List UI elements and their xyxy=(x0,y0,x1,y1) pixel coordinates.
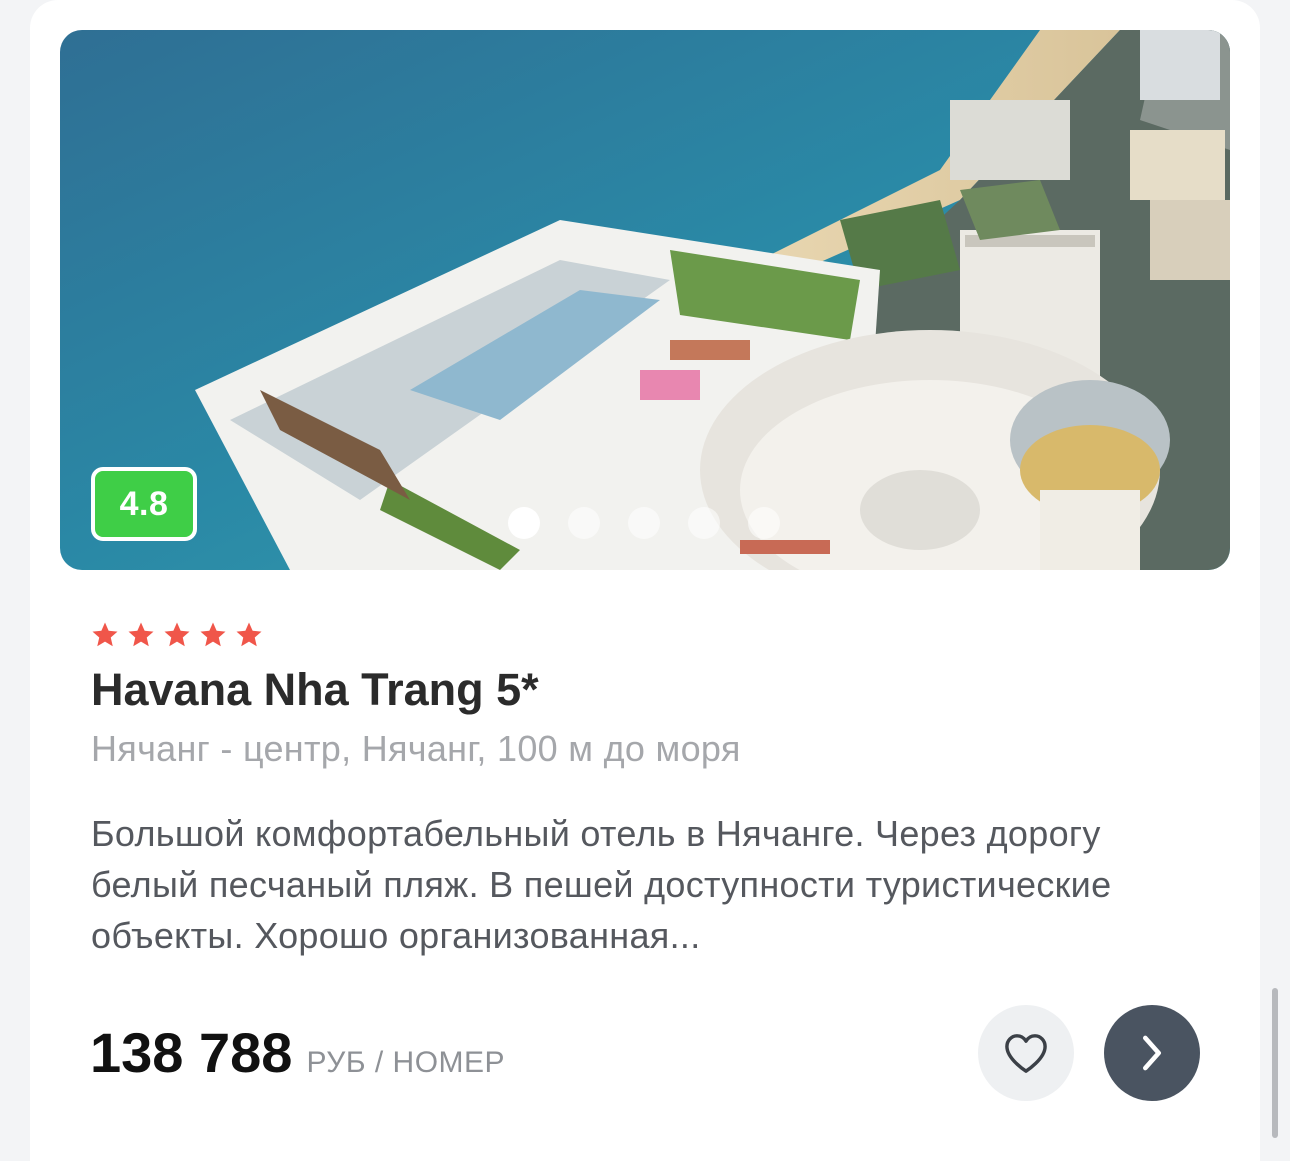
star-icon xyxy=(200,622,226,647)
heart-outline-icon xyxy=(1005,1034,1047,1073)
star-icon xyxy=(236,622,262,647)
carousel-dot[interactable] xyxy=(628,507,660,539)
hotel-stars xyxy=(90,620,264,650)
hotel-name[interactable]: Havana Nha Trang 5* xyxy=(91,664,539,716)
hotel-photo xyxy=(60,30,1230,570)
carousel-dot[interactable] xyxy=(688,507,720,539)
chevron-right-icon xyxy=(1143,1035,1161,1071)
carousel-dot[interactable] xyxy=(748,507,780,539)
carousel-dots xyxy=(508,507,780,539)
carousel-dot[interactable] xyxy=(568,507,600,539)
hotel-photo-carousel[interactable]: 4.8 xyxy=(60,30,1230,570)
hotel-location: Нячанг - центр, Нячанг, 100 м до моря xyxy=(91,728,741,769)
price-value: 138 788 xyxy=(90,1021,293,1084)
price-unit: РУБ / НОМЕР xyxy=(306,1046,506,1079)
price-block: 138 788 РУБ / НОМЕР xyxy=(90,1020,505,1085)
rating-badge: 4.8 xyxy=(91,467,197,541)
star-icon xyxy=(128,622,154,647)
hotel-details-button[interactable] xyxy=(1104,1005,1200,1101)
star-icon xyxy=(164,622,190,647)
scrollbar[interactable] xyxy=(1272,988,1278,1138)
star-icon xyxy=(92,622,118,647)
carousel-dot[interactable] xyxy=(508,507,540,539)
hotel-description: Большой комфортабельный отель в Нячанге.… xyxy=(91,813,1112,956)
hotel-card[interactable]: 4.8 Havana Nha Trang 5* Нячанг - центр, … xyxy=(30,0,1260,1161)
favorite-button[interactable] xyxy=(978,1005,1074,1101)
